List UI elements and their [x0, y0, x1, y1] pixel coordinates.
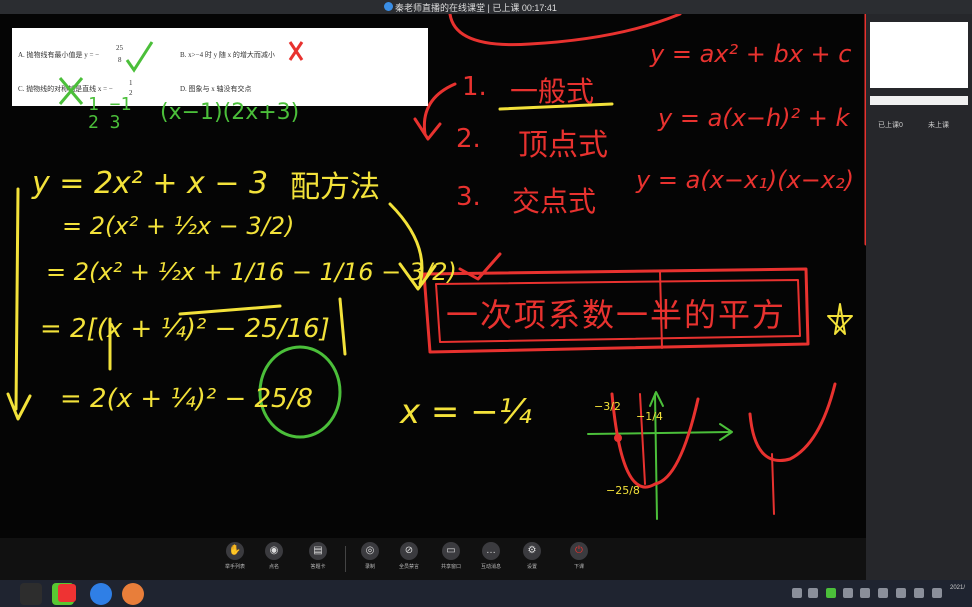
axis-of-symmetry: x = −¼ — [400, 392, 532, 432]
app-icon — [384, 2, 393, 11]
ime-icon[interactable] — [932, 588, 942, 598]
equation: y = 2x² + x − 3 — [32, 166, 269, 201]
interactive-messages-button[interactable]: … 互动消息 — [471, 542, 511, 570]
tray-icon[interactable] — [860, 588, 870, 598]
check-mark-icon — [125, 41, 154, 73]
mute-all-button[interactable]: ⊘ 全员禁言 — [389, 542, 429, 570]
card-icon: ▤ — [309, 542, 327, 560]
toolbar-divider — [345, 546, 346, 572]
battery-icon[interactable] — [914, 588, 924, 598]
side-panel: 已上课0 未上课 — [866, 14, 972, 594]
boxed-note: 一次项系数一半的平方 — [446, 296, 787, 334]
roll-call-button[interactable]: ◉ 点名 — [254, 542, 294, 570]
tray-icon[interactable] — [808, 588, 818, 598]
method-label: 配方法 — [290, 170, 380, 205]
side-panel-tab-strip[interactable] — [870, 96, 968, 105]
formula-vertex: y = a(x−h)² + k — [658, 104, 850, 132]
whiteboard[interactable]: A. 抛物线有最小值是 y = − 25 8 B. x>−4 时 y 随 x 的… — [0, 14, 866, 538]
task-app-icon[interactable] — [20, 583, 42, 605]
question-card: A. 抛物线有最小值是 y = − 25 8 B. x>−4 时 y 随 x 的… — [12, 28, 428, 106]
window-title: 秦老师直播的在线课堂 | 已上课 00:17:41 — [395, 3, 557, 13]
step-2: = 2(x² + ½x + 1/16 − 1/16 − 3/2) — [46, 258, 457, 286]
hand-icon: ✋ — [226, 542, 244, 560]
raise-hand-list-button[interactable]: ✋ 举手列表 — [215, 542, 255, 570]
browser-app-icon[interactable] — [122, 583, 144, 605]
cross-mark-icon — [288, 41, 304, 61]
os-taskbar: 2021/ — [0, 580, 972, 607]
item-3-number: 3. — [456, 182, 481, 212]
factor-note: (x−1)(2x+3) — [160, 100, 300, 125]
tray-icon[interactable] — [843, 588, 853, 598]
screen-share-icon: ▭ — [442, 542, 460, 560]
formula-intercept: y = a(x−x₁)(x−x₂) — [636, 166, 855, 194]
tray-icon[interactable] — [792, 588, 802, 598]
not-attended-count[interactable]: 未上课 — [928, 120, 949, 130]
power-icon: ⏻ — [570, 542, 588, 560]
end-class-button[interactable]: ⏻ 下课 — [559, 542, 599, 570]
formula-general: y = ax² + bx + c — [650, 40, 852, 68]
network-icon[interactable] — [896, 588, 906, 598]
share-window-button[interactable]: ▭ 共享窗口 — [431, 542, 471, 570]
mute-icon: ⊘ — [400, 542, 418, 560]
record-icon: ◎ — [361, 542, 379, 560]
gear-icon: ⚙ — [523, 542, 541, 560]
volume-icon[interactable] — [878, 588, 888, 598]
item-2-label: 顶点式 — [518, 128, 608, 163]
item-1-label: 一般式 — [510, 75, 595, 108]
graph-label-axis: −1/4 — [636, 410, 663, 423]
class-toolbar: ✋ 举手列表 ◉ 点名 ▤ 答题卡 ◎ 录制 ⊘ 全员禁言 ▭ 共享窗口 … 互… — [0, 538, 866, 580]
teacher-video — [870, 22, 968, 88]
grading-marks — [58, 41, 304, 105]
step-1: = 2(x² + ½x − 3/2) — [62, 212, 295, 240]
answer-card-button[interactable]: ▤ 答题卡 — [298, 542, 338, 570]
step-4: = 2(x + ¼)² − 25/8 — [60, 384, 313, 414]
roots-note: 1 −1 2 3 — [88, 94, 132, 133]
attended-count[interactable]: 已上课0 — [878, 120, 903, 130]
title-bar: 秦老师直播的在线课堂 | 已上课 00:17:41 — [0, 0, 972, 14]
chat-icon: … — [482, 542, 500, 560]
tray-icon[interactable] — [826, 588, 836, 598]
feishu-app-icon[interactable] — [90, 583, 112, 605]
user-check-icon: ◉ — [265, 542, 283, 560]
item-2-number: 2. — [456, 124, 481, 154]
video-app-icon[interactable] — [58, 584, 76, 602]
record-button[interactable]: ◎ 录制 — [350, 542, 390, 570]
graph-label-root: −3/2 — [594, 400, 621, 413]
system-clock[interactable]: 2021/ — [950, 584, 965, 593]
item-1-number: 1. — [462, 72, 487, 102]
item-3-label: 交点式 — [512, 185, 597, 218]
settings-button[interactable]: ⚙ 设置 — [512, 542, 552, 570]
step-3: = 2[(x + ¼)² − 25/16] — [40, 314, 330, 344]
graph-label-vertex: −25/8 — [606, 484, 640, 497]
green-cross-mark-icon — [58, 77, 84, 105]
